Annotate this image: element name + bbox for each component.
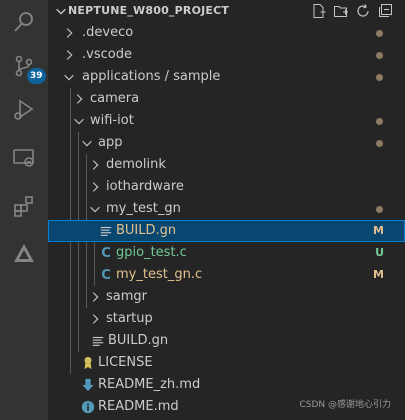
- git-status-badge: U: [375, 246, 384, 259]
- tree-item-startup[interactable]: startup: [48, 308, 405, 330]
- tree-item-readme-zh[interactable]: README_zh.md: [48, 374, 405, 396]
- chevron-right-icon: [76, 94, 83, 104]
- tree-item-label: gpio_test.c: [116, 245, 187, 260]
- chevron-right-icon: [66, 50, 73, 60]
- tree-item-my-test-gn-c[interactable]: C my_test_gn.c M: [48, 264, 405, 286]
- new-file-icon[interactable]: [311, 3, 327, 19]
- modified-dot: [376, 52, 383, 59]
- tree-item-label: iothardware: [106, 179, 184, 194]
- download-arrow-icon: [80, 377, 96, 393]
- search-icon[interactable]: [0, 0, 48, 44]
- tree-item-my-test-gn[interactable]: my_test_gn: [48, 198, 405, 220]
- source-control-icon[interactable]: 39: [0, 44, 48, 88]
- deveco-icon[interactable]: [0, 232, 48, 276]
- tree-item-label: .vscode: [82, 47, 132, 62]
- tree-item-label: wifi-iot: [90, 113, 134, 128]
- explorer-sidebar: NEPTUNE_W800_PROJECT .deveco .vscode app…: [48, 0, 405, 420]
- remote-explorer-icon[interactable]: [0, 136, 48, 180]
- chevron-down-icon: [82, 140, 92, 147]
- run-debug-icon[interactable]: [0, 88, 48, 132]
- tree-item-label: samgr: [106, 289, 147, 304]
- explorer-section-header[interactable]: NEPTUNE_W800_PROJECT: [48, 0, 405, 22]
- modified-dot: [376, 30, 383, 37]
- tree-item-label: .deveco: [82, 25, 134, 40]
- chevron-down-icon: [74, 118, 84, 125]
- tree-item-iothardware[interactable]: iothardware: [48, 176, 405, 198]
- tree-item-label: my_test_gn: [106, 201, 181, 216]
- tree-item-label: my_test_gn.c: [116, 267, 203, 282]
- tree-item-demolink[interactable]: demolink: [48, 154, 405, 176]
- modified-dot: [376, 74, 383, 81]
- tree-item-wifi-iot[interactable]: wifi-iot: [48, 110, 405, 132]
- workspace-title: NEPTUNE_W800_PROJECT: [68, 4, 230, 17]
- refresh-icon[interactable]: [355, 3, 371, 19]
- tree-item-deveco[interactable]: .deveco: [48, 22, 405, 44]
- tree-item-label: camera: [90, 91, 140, 106]
- tree-item-vscode[interactable]: .vscode: [48, 44, 405, 66]
- chevron-right-icon: [92, 292, 99, 302]
- git-status-badge: M: [373, 268, 384, 281]
- c-file-icon: C: [101, 267, 111, 283]
- tree-item-label: demolink: [106, 157, 166, 172]
- chevron-down-icon: [56, 8, 66, 15]
- git-status-badge: M: [373, 224, 384, 237]
- info-icon: [80, 399, 96, 415]
- tree-item-label: app: [98, 135, 123, 150]
- chevron-right-icon: [92, 182, 99, 192]
- modified-dot: [376, 206, 383, 213]
- tree-item-label: applications / sample: [82, 69, 221, 84]
- chevron-right-icon: [92, 160, 99, 170]
- tree-item-label: BUILD.gn: [108, 333, 169, 348]
- tree-item-build-gn[interactable]: BUILD.gn: [48, 330, 405, 352]
- source-control-badge: 39: [27, 68, 46, 84]
- collapse-all-icon[interactable]: [377, 3, 393, 19]
- extensions-icon[interactable]: [0, 184, 48, 228]
- chevron-down-icon: [64, 74, 74, 81]
- explorer-actions: [311, 3, 393, 19]
- tree-item-label: LICENSE: [98, 355, 153, 370]
- new-folder-icon[interactable]: [333, 3, 349, 19]
- tree-item-label: BUILD.gn: [116, 223, 177, 238]
- tree-item-build-gn-selected[interactable]: BUILD.gn M: [48, 220, 405, 242]
- lines-icon: [98, 223, 114, 239]
- c-file-icon: C: [101, 245, 111, 261]
- tree-item-license[interactable]: LICENSE: [48, 352, 405, 374]
- tree-item-label: README.md: [98, 399, 179, 414]
- tree-item-label: README_zh.md: [98, 377, 201, 392]
- activity-bar: 39: [0, 0, 48, 420]
- watermark: CSDN @感谢地心引力: [299, 400, 391, 410]
- lines-icon: [90, 333, 106, 349]
- tree-item-app[interactable]: app: [48, 132, 405, 154]
- chevron-right-icon: [92, 314, 99, 324]
- tree-item-samgr[interactable]: samgr: [48, 286, 405, 308]
- modified-dot: [376, 140, 383, 147]
- modified-dot: [376, 118, 383, 125]
- tree-item-applications-sample[interactable]: applications / sample: [48, 66, 405, 88]
- chevron-right-icon: [66, 28, 73, 38]
- chevron-down-icon: [90, 206, 100, 213]
- license-icon: [80, 355, 96, 371]
- tree-item-label: startup: [106, 311, 153, 326]
- tree-item-camera[interactable]: camera: [48, 88, 405, 110]
- tree-item-gpio-test-c[interactable]: C gpio_test.c U: [48, 242, 405, 264]
